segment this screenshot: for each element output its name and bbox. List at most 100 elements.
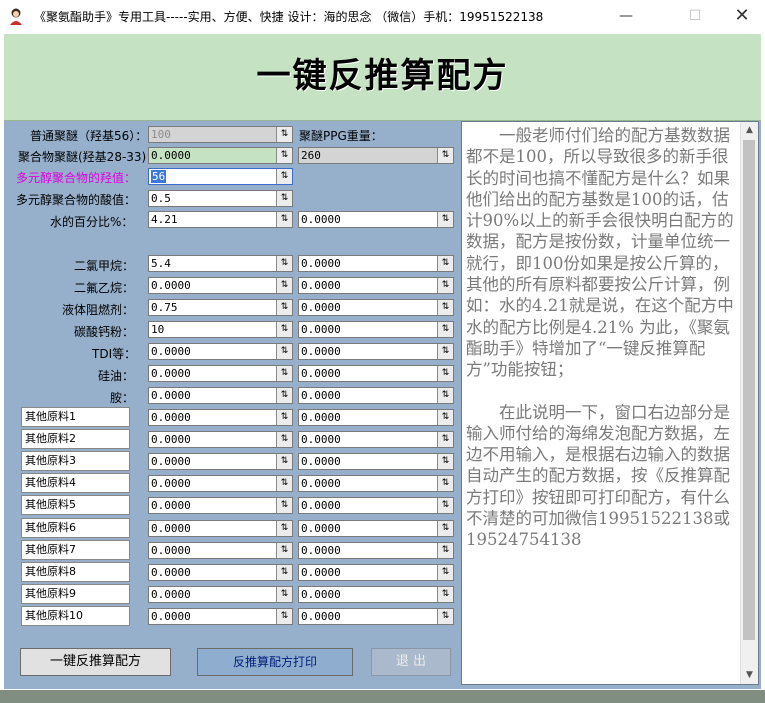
dichloromethane-right-input[interactable]: 0.0000 ⇅ <box>298 255 454 272</box>
spin-arrows-icon[interactable]: ⇅ <box>437 565 453 580</box>
spin-arrows-icon[interactable]: ⇅ <box>437 300 453 315</box>
other-material-8-right-input[interactable]: 0.0000 ⇅ <box>298 564 454 581</box>
vertical-scrollbar[interactable]: ▲ ▼ <box>740 122 758 684</box>
scroll-down-icon[interactable]: ▼ <box>741 667 758 684</box>
spin-arrows-icon[interactable]: ⇅ <box>276 565 292 580</box>
other-material-8-input[interactable]: 0.0000 ⇅ <box>148 564 293 581</box>
flame-retardant-input[interactable]: 0.75 ⇅ <box>148 299 293 316</box>
spin-arrows-icon[interactable]: ⇅ <box>276 432 292 447</box>
spin-arrows-icon[interactable]: ⇅ <box>437 543 453 558</box>
spin-arrows-icon[interactable]: ⇅ <box>437 344 453 359</box>
hydroxyl-value-input[interactable]: 56 ⇅ <box>148 168 293 185</box>
other-material-name-8[interactable]: 其他原料8 <box>21 562 130 582</box>
dichloromethane-input[interactable]: 5.4 ⇅ <box>148 255 293 272</box>
spin-arrows-icon[interactable]: ⇅ <box>276 169 292 184</box>
spin-arrows-icon[interactable]: ⇅ <box>276 521 292 536</box>
spin-arrows-icon[interactable]: ⇅ <box>276 191 292 206</box>
spin-arrows-icon[interactable]: ⇅ <box>276 609 292 624</box>
calculate-button[interactable]: 一键反推算配方 <box>20 648 171 676</box>
other-material-name-9[interactable]: 其他原料9 <box>21 584 130 604</box>
other-material-name-4[interactable]: 其他原料4 <box>21 473 130 493</box>
minimize-button[interactable]: — <box>603 0 649 32</box>
scroll-thumb[interactable] <box>743 140 755 640</box>
water-percent-input[interactable]: 4.21 ⇅ <box>148 211 293 228</box>
calcium-carbonate-right-input[interactable]: 0.0000 ⇅ <box>298 321 454 338</box>
spin-arrows-icon[interactable]: ⇅ <box>437 212 453 227</box>
spin-arrows-icon[interactable]: ⇅ <box>437 322 453 337</box>
spin-arrows-icon[interactable]: ⇅ <box>437 498 453 513</box>
spin-arrows-icon[interactable]: ⇅ <box>276 543 292 558</box>
spin-arrows-icon[interactable]: ⇅ <box>437 454 453 469</box>
spin-arrows-icon[interactable]: ⇅ <box>276 454 292 469</box>
spin-arrows-icon[interactable]: ⇅ <box>276 344 292 359</box>
other-material-6-input[interactable]: 0.0000 ⇅ <box>148 520 293 537</box>
other-material-7-input[interactable]: 0.0000 ⇅ <box>148 542 293 559</box>
other-material-9-right-input[interactable]: 0.0000 ⇅ <box>298 586 454 603</box>
other-material-name-6[interactable]: 其他原料6 <box>21 518 130 538</box>
other-material-10-right-input[interactable]: 0.0000 ⇅ <box>298 608 454 625</box>
spin-arrows-icon[interactable]: ⇅ <box>276 148 292 163</box>
other-material-1-right-input[interactable]: 0.0000 ⇅ <box>298 409 454 426</box>
spin-arrows-icon[interactable]: ⇅ <box>437 278 453 293</box>
other-material-4-right-input[interactable]: 0.0000 ⇅ <box>298 475 454 492</box>
close-button[interactable]: ✕ <box>719 0 765 32</box>
spin-arrows-icon[interactable]: ⇅ <box>276 476 292 491</box>
amine-input[interactable]: 0.0000 ⇅ <box>148 387 293 404</box>
tdi-right-input[interactable]: 0.0000 ⇅ <box>298 343 454 360</box>
silicone-oil-right-input[interactable]: 0.0000 ⇅ <box>298 365 454 382</box>
spin-arrows-icon[interactable]: ⇅ <box>437 609 453 624</box>
ordinary-polyether-input: 100 ⇅ <box>148 126 293 143</box>
spin-arrows-icon[interactable]: ⇅ <box>437 476 453 491</box>
other-material-7-right-input[interactable]: 0.0000 ⇅ <box>298 542 454 559</box>
spin-arrows-icon[interactable]: ⇅ <box>276 498 292 513</box>
scroll-up-icon[interactable]: ▲ <box>741 122 758 139</box>
calcium-carbonate-input[interactable]: 10 ⇅ <box>148 321 293 338</box>
other-material-name-3[interactable]: 其他原料3 <box>21 451 130 471</box>
spin-arrows-icon[interactable]: ⇅ <box>437 410 453 425</box>
spin-arrows-icon[interactable]: ⇅ <box>276 300 292 315</box>
other-material-3-right-input[interactable]: 0.0000 ⇅ <box>298 453 454 470</box>
other-material-3-input[interactable]: 0.0000 ⇅ <box>148 453 293 470</box>
silicone-oil-input[interactable]: 0.0000 ⇅ <box>148 365 293 382</box>
other-material-name-7[interactable]: 其他原料7 <box>21 540 130 560</box>
spin-arrows-icon[interactable]: ⇅ <box>276 212 292 227</box>
other-material-1-input[interactable]: 0.0000 ⇅ <box>148 409 293 426</box>
flame-retardant-right-input[interactable]: 0.0000 ⇅ <box>298 299 454 316</box>
other-material-name-10[interactable]: 其他原料10 <box>21 606 130 626</box>
label-flame-retardant: 液体阻燃剂： <box>62 303 135 317</box>
other-material-6-right-input[interactable]: 0.0000 ⇅ <box>298 520 454 537</box>
spin-arrows-icon[interactable]: ⇅ <box>276 587 292 602</box>
spin-arrows-icon[interactable]: ⇅ <box>437 388 453 403</box>
other-material-9-input[interactable]: 0.0000 ⇅ <box>148 586 293 603</box>
difluoroethane-right-input[interactable]: 0.0000 ⇅ <box>298 277 454 294</box>
other-material-5-input[interactable]: 0.0000 ⇅ <box>148 497 293 514</box>
other-material-2-input[interactable]: 0.0000 ⇅ <box>148 431 293 448</box>
acid-value-input[interactable]: 0.5 ⇅ <box>148 190 293 207</box>
difluoroethane-input[interactable]: 0.0000 ⇅ <box>148 277 293 294</box>
tdi-input[interactable]: 0.0000 ⇅ <box>148 343 293 360</box>
other-material-name-2[interactable]: 其他原料2 <box>21 429 130 449</box>
other-material-name-1[interactable]: 其他原料1 <box>21 407 130 427</box>
spin-arrows-icon[interactable]: ⇅ <box>437 521 453 536</box>
other-material-2-right-input[interactable]: 0.0000 ⇅ <box>298 431 454 448</box>
spin-arrows-icon[interactable]: ⇅ <box>437 587 453 602</box>
spin-arrows-icon[interactable]: ⇅ <box>276 256 292 271</box>
other-material-4-input[interactable]: 0.0000 ⇅ <box>148 475 293 492</box>
spin-arrows-icon[interactable]: ⇅ <box>437 432 453 447</box>
spin-arrows-icon[interactable]: ⇅ <box>276 410 292 425</box>
info-text-panel[interactable]: 一般老师付们给的配方基数数据都不是100，所以导致很多的新手很长的时间也搞不懂配… <box>461 121 759 685</box>
spin-arrows-icon[interactable]: ⇅ <box>276 322 292 337</box>
other-material-5-right-input[interactable]: 0.0000 ⇅ <box>298 497 454 514</box>
polymer-polyether-input[interactable]: 0.0000 ⇅ <box>148 147 293 164</box>
spin-arrows-icon[interactable]: ⇅ <box>437 256 453 271</box>
exit-button[interactable]: 退 出 <box>371 648 451 676</box>
other-material-10-input[interactable]: 0.0000 ⇅ <box>148 608 293 625</box>
spin-arrows-icon[interactable]: ⇅ <box>437 366 453 381</box>
print-button[interactable]: 反推算配方打印 <box>197 648 353 676</box>
other-material-name-5[interactable]: 其他原料5 <box>21 495 130 515</box>
spin-arrows-icon[interactable]: ⇅ <box>276 366 292 381</box>
amine-right-input[interactable]: 0.0000 ⇅ <box>298 387 454 404</box>
spin-arrows-icon[interactable]: ⇅ <box>276 278 292 293</box>
water-right-input[interactable]: 0.0000 ⇅ <box>298 211 454 228</box>
spin-arrows-icon[interactable]: ⇅ <box>276 388 292 403</box>
